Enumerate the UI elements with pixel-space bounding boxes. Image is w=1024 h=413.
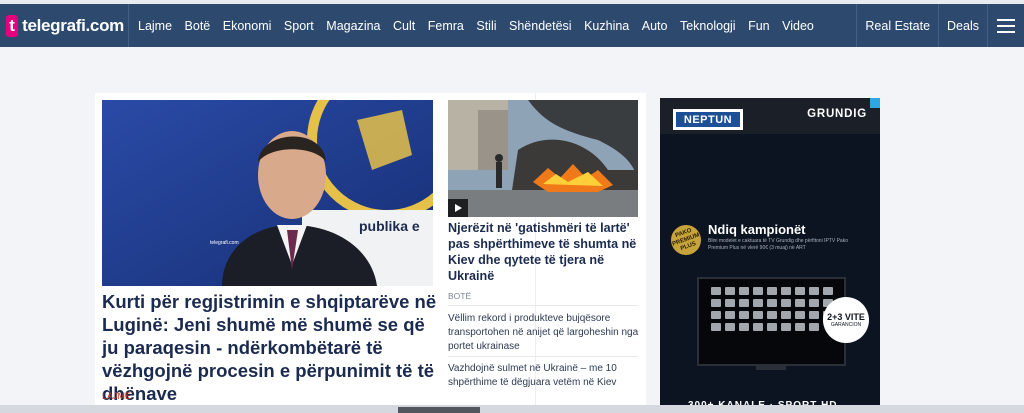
ad-brand-bar: NEPTUN GRUNDIG (660, 98, 880, 134)
nav-item-real-estate[interactable]: Real Estate (857, 19, 938, 33)
nav-item-sport[interactable]: Sport (284, 19, 314, 33)
warranty-badge: 2+3 VITE GARANCION (823, 297, 869, 343)
related-article-link[interactable]: Vëllim rekord i produkteve bujqësore tra… (448, 312, 640, 354)
nav-item-ekonomi[interactable]: Ekonomi (223, 19, 272, 33)
nav-item-fun[interactable]: Fun (748, 19, 770, 33)
nav-item-video[interactable]: Video (782, 19, 814, 33)
nav-item-femra[interactable]: Femra (428, 19, 464, 33)
neptun-logo-text: NEPTUN (676, 112, 740, 127)
grundig-logo: GRUNDIG (807, 108, 867, 120)
hamburger-menu-icon[interactable] (988, 4, 1024, 47)
hero-category[interactable]: LAJME (102, 391, 131, 401)
related-article-link[interactable]: Vazhdojnë sulmet në Ukrainë – me 10 shpë… (448, 362, 640, 390)
warranty-label: GARANCION (830, 322, 862, 328)
side-article-headline[interactable]: Njerëzit në 'gatishmëri të lartë' pas sh… (448, 220, 640, 284)
play-video-icon[interactable] (448, 199, 468, 217)
tv-stand (756, 366, 786, 370)
related-divider (448, 305, 638, 306)
ad-subtext: Blini modelet e caktuara të TV Grundig d… (708, 238, 848, 251)
nav-item-bote[interactable]: Botë (185, 19, 211, 33)
hero-photo (102, 100, 433, 286)
nav-item-auto[interactable]: Auto (642, 19, 668, 33)
featured-news-card: telegrafi.com publika e Kurti për regjis… (95, 93, 646, 413)
hero-flag-text: publika e (359, 218, 420, 234)
scrollbar-thumb[interactable] (398, 407, 480, 413)
nav-item-shendetesi[interactable]: Shëndetësi (509, 19, 572, 33)
hero-image[interactable]: telegrafi.com publika e (102, 100, 433, 286)
main-nav: Lajme Botë Ekonomi Sport Magazina Cult F… (138, 19, 826, 33)
nav-right: Real Estate Deals (856, 4, 1024, 47)
side-article-category[interactable]: BOTË (448, 291, 471, 301)
hero-headline[interactable]: Kurti për regjistrimin e shqiptarëve në … (102, 290, 440, 405)
neptun-logo: NEPTUN (673, 109, 743, 130)
hero-watermark: telegrafi.com (210, 240, 239, 246)
nav-item-kuzhina[interactable]: Kuzhina (584, 19, 629, 33)
nav-item-magazina[interactable]: Magazina (326, 19, 380, 33)
horizontal-scrollbar[interactable] (0, 405, 1024, 413)
channel-logos (711, 287, 836, 331)
side-article-image[interactable] (448, 100, 638, 217)
nav-divider (128, 4, 129, 47)
logo-mark-icon: t (6, 14, 19, 37)
site-logo[interactable]: t telegrafi.com (6, 11, 124, 41)
nav-item-cult[interactable]: Cult (393, 19, 415, 33)
advertisement-banner[interactable]: NEPTUN GRUNDIG PAKO PREMIUM PLUS Ndiq ka… (660, 98, 880, 413)
nav-item-lajme[interactable]: Lajme (138, 19, 172, 33)
ad-headline: Ndiq kampionët (708, 222, 806, 237)
top-navbar: t telegrafi.com Lajme Botë Ekonomi Sport… (0, 4, 1024, 47)
warranty-years: 2+3 VITE (827, 312, 865, 322)
related-divider (448, 356, 638, 357)
ad-choices-icon[interactable] (870, 98, 880, 108)
nav-item-stili[interactable]: Stili (476, 19, 496, 33)
nav-item-teknologji[interactable]: Teknologji (680, 19, 736, 33)
nav-item-deals[interactable]: Deals (939, 19, 987, 33)
logo-text: telegrafi.com (22, 15, 124, 35)
ad-premium-badge: PAKO PREMIUM PLUS (666, 220, 706, 260)
side-photo (448, 100, 638, 217)
